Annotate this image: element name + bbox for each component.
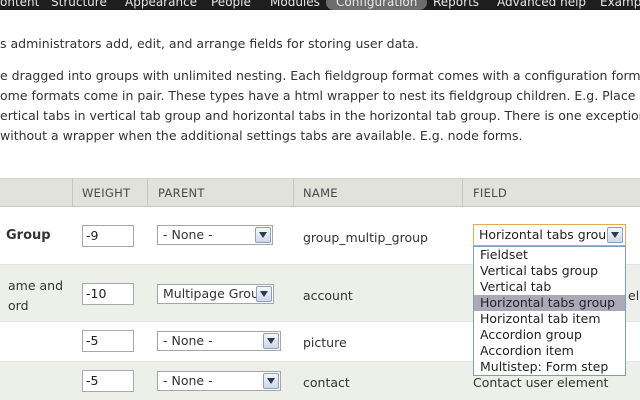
field-format-select[interactable]: Horizontal tabs group [473, 224, 626, 246]
nav-people[interactable]: People [211, 0, 251, 10]
nav-appearance[interactable]: Appearance [125, 0, 197, 10]
intro-line-5: without a wrapper when the additional se… [0, 128, 523, 143]
option-accordion-group[interactable]: Accordion group [474, 327, 625, 343]
row-name: group_multip_group [303, 230, 428, 245]
chevron-down-icon[interactable] [263, 373, 279, 389]
option-vertical-tabs-group[interactable]: Vertical tabs group [474, 263, 625, 279]
parent-select-value: - None - [163, 227, 213, 242]
weight-input[interactable]: -5 [82, 330, 134, 352]
parent-select[interactable]: - None - [157, 371, 281, 391]
row-label-account-line2: ord [8, 298, 29, 313]
option-horizontal-tabs-group[interactable]: Horizontal tabs group [474, 295, 625, 311]
parent-select-value: - None - [163, 373, 213, 388]
row-field-value: Contact user element [473, 375, 609, 390]
chevron-down-icon[interactable] [263, 333, 279, 349]
header-divider [72, 178, 73, 207]
row-label-account-line1: ame and [8, 278, 64, 293]
option-fieldset[interactable]: Fieldset [474, 247, 625, 263]
field-format-dropdown: Fieldset Vertical tabs group Vertical ta… [473, 246, 626, 376]
row-name: account [303, 288, 353, 303]
intro-line-1: s administrators add, edit, and arrange … [0, 36, 419, 51]
chevron-down-icon[interactable] [255, 227, 271, 243]
chevron-down-icon[interactable] [607, 227, 623, 243]
row-name: contact [303, 375, 350, 390]
weight-input[interactable]: -9 [82, 225, 134, 247]
parent-select-value: Multipage Group [163, 286, 267, 301]
nav-modules[interactable]: Modules [270, 0, 320, 10]
nav-examples[interactable]: Examp [600, 0, 640, 10]
header-weight: WEIGHT [82, 186, 131, 200]
option-horizontal-tab-item[interactable]: Horizontal tab item [474, 311, 625, 327]
parent-select[interactable]: Multipage Group [157, 284, 274, 304]
header-name: NAME [303, 186, 338, 200]
admin-toolbar: ontent Structure Appearance People Modul… [0, 0, 640, 10]
chevron-down-icon[interactable] [256, 286, 272, 302]
field-format-select-value: Horizontal tabs group [479, 227, 615, 242]
header-field: FIELD [473, 186, 508, 200]
intro-line-3: ome formats come in pair. These types ha… [0, 88, 640, 103]
parent-select[interactable]: - None - [157, 331, 281, 351]
weight-input[interactable]: -5 [82, 370, 134, 392]
nav-structure[interactable]: Structure [51, 0, 107, 10]
table-header: WEIGHT PARENT NAME FIELD [0, 178, 640, 207]
header-parent: PARENT [158, 186, 205, 200]
weight-input[interactable]: -10 [82, 283, 134, 305]
parent-select[interactable]: - None - [157, 225, 273, 245]
header-divider [462, 178, 463, 207]
row-label-group: Group [6, 228, 51, 243]
nav-reports[interactable]: Reports [433, 0, 479, 10]
intro-line-4: ertical tabs in vertical tab group and h… [0, 108, 640, 123]
header-divider [293, 178, 294, 207]
header-divider [147, 178, 148, 207]
row-field-cutoff: el [628, 288, 640, 303]
option-accordion-item[interactable]: Accordion item [474, 343, 625, 359]
row-name: picture [303, 335, 347, 350]
nav-advanced-help[interactable]: Advanced help [497, 0, 586, 10]
nav-content[interactable]: ontent [0, 0, 39, 10]
parent-select-value: - None - [163, 333, 213, 348]
option-multistep-form-step[interactable]: Multistep: Form step [474, 359, 625, 375]
nav-configuration[interactable]: Configuration [326, 0, 428, 10]
intro-line-2: e dragged into groups with unlimited nes… [0, 68, 640, 83]
option-vertical-tab[interactable]: Vertical tab [474, 279, 625, 295]
